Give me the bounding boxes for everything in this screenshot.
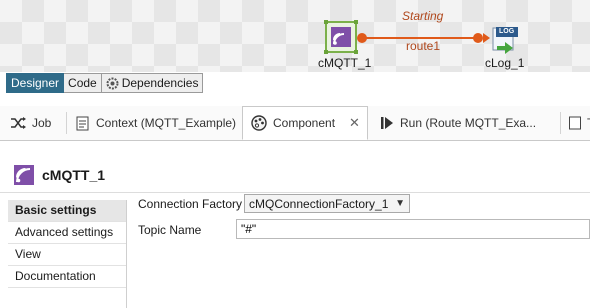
tab-separator [66, 112, 67, 134]
component-header: cMQTT_1 [14, 165, 105, 185]
tab-run-label: Run (Route MQTT_Exa... [400, 116, 537, 130]
run-icon [381, 117, 393, 129]
tab-separator [560, 112, 561, 134]
tab-component-label: Component [273, 116, 336, 130]
tab-designer[interactable]: Designer [6, 73, 65, 93]
topic-name-label: Topic Name [138, 223, 202, 237]
shuffle-icon [11, 117, 26, 129]
component-title: cMQTT_1 [42, 167, 106, 183]
log-badge: LOG [499, 28, 515, 35]
tab-designer-label: Designer [11, 76, 60, 90]
terminal-icon [569, 116, 581, 130]
topic-name-input[interactable] [236, 219, 590, 239]
tab-job-label: Job [32, 116, 52, 130]
connection-label[interactable]: route1 [406, 39, 440, 53]
context-icon [76, 116, 89, 130]
mqtt-node[interactable] [324, 20, 358, 54]
source-node-label: cMQTT_1 [318, 56, 372, 70]
tab-run[interactable]: Run (Route MQTT_Exa... [380, 106, 536, 140]
tab-context-label: Context (MQTT_Example) [96, 116, 237, 130]
close-icon[interactable]: ✕ [349, 115, 360, 131]
tab-more[interactable]: T [569, 106, 590, 140]
connection-factory-select[interactable]: cMQConnectionFactory_1 ▼ [244, 194, 410, 213]
tab-component[interactable]: Component ✕ [242, 106, 368, 140]
editor-mode-tabs: Designer Code Dependencies [6, 73, 204, 93]
view-tab-bar: Job Context (MQTT_Example) Component ✕ R… [0, 106, 590, 141]
gear-icon [106, 77, 119, 89]
tab-job[interactable]: Job [10, 106, 51, 140]
divider [0, 192, 590, 193]
mqtt-component-icon [14, 165, 34, 185]
connection-factory-label: Connection Factory [138, 197, 243, 211]
connection-status: Starting [402, 9, 444, 23]
nav-view[interactable]: View [8, 244, 126, 266]
connection-factory-value: cMQConnectionFactory_1 [249, 196, 389, 211]
target-node-label: cLog_1 [485, 56, 525, 70]
nav-advanced-settings[interactable]: Advanced settings [8, 222, 126, 244]
chevron-down-icon: ▼ [395, 198, 405, 209]
nav-documentation[interactable]: Documentation [8, 266, 126, 288]
tab-dependencies-label: Dependencies [121, 76, 199, 90]
palette-icon [251, 115, 267, 131]
tab-dependencies[interactable]: Dependencies [101, 73, 204, 93]
tab-code[interactable]: Code [64, 73, 102, 93]
tab-code-label: Code [68, 76, 97, 90]
tab-context[interactable]: Context (MQTT_Example) [76, 106, 236, 140]
settings-nav: Basic settings Advanced settings View Do… [8, 200, 127, 308]
nav-basic-settings[interactable]: Basic settings [8, 200, 126, 222]
